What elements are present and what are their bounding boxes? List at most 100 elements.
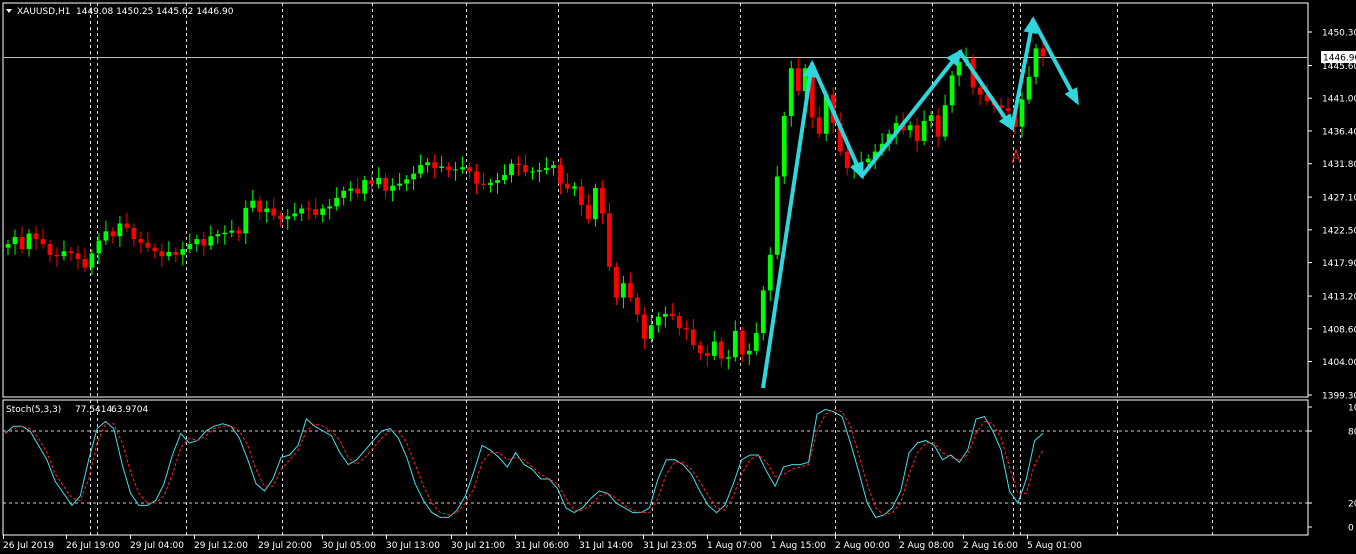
grid bbox=[2, 2, 1309, 536]
candle-body bbox=[907, 125, 913, 131]
candle-body bbox=[509, 163, 514, 176]
chart-canvas[interactable]: 1450.301445.601441.001436.401431.801427.… bbox=[0, 0, 1356, 554]
candle-body bbox=[33, 233, 39, 240]
candle-body bbox=[299, 208, 305, 214]
candle-body bbox=[649, 325, 654, 339]
candle-body bbox=[774, 176, 780, 255]
candle-body bbox=[739, 330, 745, 355]
candle-body bbox=[54, 254, 60, 257]
stoch-pane-border bbox=[2, 399, 1309, 536]
candle-body bbox=[928, 115, 934, 121]
x-tick-label: 29 Jul 20:00 bbox=[258, 541, 312, 551]
x-tick-label: 29 Jul 04:00 bbox=[130, 541, 184, 551]
candle-body bbox=[75, 253, 81, 260]
candle-body bbox=[753, 333, 759, 351]
candle-body bbox=[96, 240, 102, 254]
candle-body bbox=[292, 213, 298, 217]
stoch-tick-label: 80 bbox=[1348, 428, 1356, 438]
candle-body bbox=[397, 183, 402, 186]
stoch-tick-label: 100 bbox=[1348, 404, 1356, 414]
candle-body bbox=[502, 175, 507, 181]
y-tick-label: 1399.30 bbox=[1322, 392, 1356, 402]
candle-body bbox=[61, 251, 67, 257]
candle-body bbox=[327, 206, 333, 209]
candle-body bbox=[704, 353, 710, 356]
candle-body bbox=[467, 167, 472, 172]
x-tick-label: 1 Aug 07:00 bbox=[707, 541, 762, 551]
candle-body bbox=[271, 208, 277, 216]
candle-body bbox=[495, 180, 500, 183]
candle-body bbox=[537, 170, 542, 172]
candle-body bbox=[19, 236, 25, 250]
candle-body bbox=[718, 341, 724, 359]
stoch-tick-label: 20 bbox=[1348, 500, 1356, 510]
candle-body bbox=[614, 266, 619, 298]
candle-body bbox=[173, 251, 179, 255]
candle-body bbox=[516, 163, 521, 166]
candle-body bbox=[439, 166, 444, 168]
candle-body bbox=[348, 188, 354, 191]
candle-body bbox=[635, 297, 640, 315]
candle-body bbox=[341, 190, 347, 198]
candle-body bbox=[725, 357, 731, 359]
candle-body bbox=[460, 167, 465, 170]
candle-body bbox=[446, 166, 451, 171]
y-tick-label: 1436.40 bbox=[1322, 127, 1356, 137]
candle-body bbox=[523, 165, 528, 173]
candle-body bbox=[781, 115, 787, 177]
candle-body bbox=[914, 125, 920, 141]
candle-body bbox=[1019, 99, 1025, 127]
candle-body bbox=[453, 169, 458, 171]
candle-body bbox=[355, 188, 361, 194]
candle-body bbox=[760, 290, 766, 334]
x-tick-label: 26 Jul 2019 bbox=[3, 541, 54, 551]
candle-body bbox=[676, 315, 682, 329]
stoch-tick-label: 0 bbox=[1348, 524, 1354, 534]
candle-body bbox=[579, 186, 584, 205]
candle-body bbox=[5, 244, 11, 248]
candle-body bbox=[68, 251, 74, 254]
candle-body bbox=[229, 230, 235, 233]
candle-body bbox=[250, 200, 256, 208]
candle-body bbox=[746, 350, 752, 355]
y-tick-label: 1417.90 bbox=[1322, 259, 1356, 269]
candle-body bbox=[628, 283, 633, 298]
candle-body bbox=[565, 183, 570, 189]
candle-body bbox=[942, 105, 948, 137]
candle-body bbox=[103, 231, 109, 241]
candle-body bbox=[166, 251, 172, 257]
candle-body bbox=[732, 330, 738, 358]
candle-body bbox=[124, 223, 130, 228]
y-tick-label: 1404.00 bbox=[1322, 358, 1356, 368]
y-tick-label: 1413.20 bbox=[1322, 293, 1356, 303]
candle-body bbox=[404, 179, 409, 184]
candle-body bbox=[145, 242, 151, 248]
candle-body bbox=[558, 165, 563, 184]
dropdown-triangle-icon[interactable] bbox=[6, 9, 12, 13]
stoch-main-line bbox=[4, 408, 1044, 518]
candle-body bbox=[795, 68, 801, 92]
chart-window[interactable]: 1450.30 1445.60 1441.00 1436.40 1431.80 1427.… bbox=[0, 0, 1356, 554]
candle-body bbox=[131, 227, 137, 240]
candle-body bbox=[222, 232, 228, 235]
x-tick-label: 30 Jul 13:00 bbox=[386, 541, 440, 551]
candle-body bbox=[767, 254, 773, 291]
candle-body bbox=[655, 316, 661, 326]
candle-body bbox=[383, 177, 389, 191]
candle-body bbox=[551, 165, 556, 168]
candle-body bbox=[285, 216, 291, 220]
candle-body bbox=[194, 239, 200, 245]
y-tick-label: 1431.80 bbox=[1322, 160, 1356, 170]
candle-body bbox=[110, 231, 116, 237]
y-tick-label: 1441.00 bbox=[1322, 95, 1356, 105]
stochastic-panel bbox=[4, 408, 1044, 518]
candles bbox=[5, 40, 1046, 370]
candle-body bbox=[600, 187, 605, 214]
stoch-signal-value: 63.9704 bbox=[111, 405, 148, 415]
arrow-head-icon bbox=[1023, 16, 1038, 35]
symbol-label: XAUUSD,H1 bbox=[17, 7, 71, 17]
candle-body bbox=[369, 180, 375, 185]
candle-body bbox=[1026, 76, 1032, 100]
candle-body bbox=[662, 313, 668, 317]
candle-body bbox=[572, 186, 577, 189]
